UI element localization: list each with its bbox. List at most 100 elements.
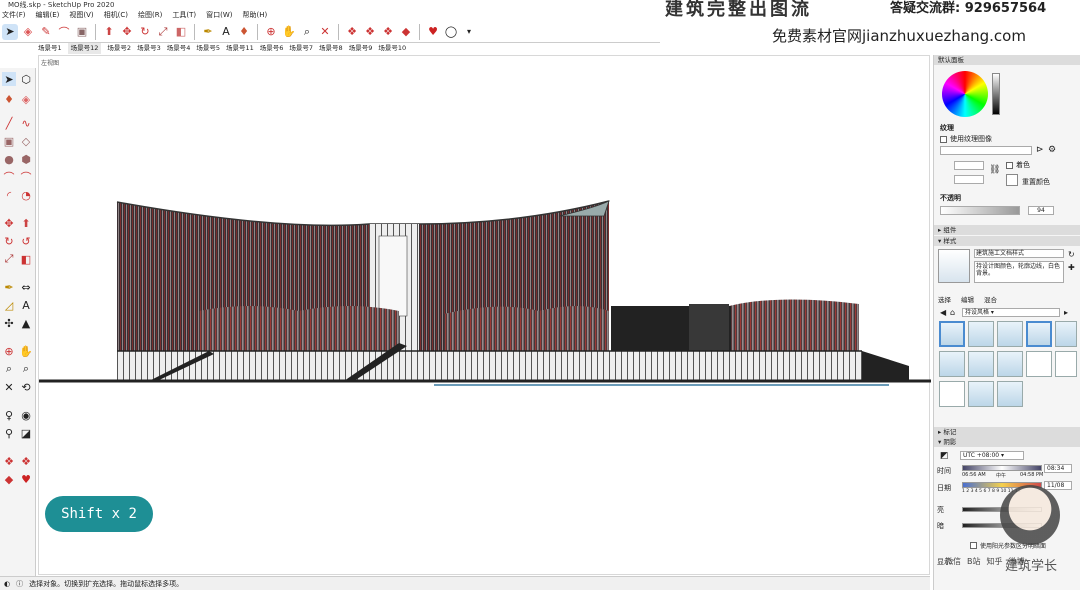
geo-location-icon[interactable]: ◐ (4, 580, 10, 588)
protractor-icon[interactable]: ◿ (2, 298, 16, 312)
scene-tab[interactable]: 场景号9 (349, 43, 373, 54)
warehouse-icon[interactable]: ❖ (344, 24, 360, 40)
style-thumbnail[interactable] (1026, 351, 1052, 377)
orbit-icon[interactable]: ⊕ (2, 344, 16, 358)
texture-edit-icon[interactable]: ⚙ (1048, 145, 1056, 155)
time-slider[interactable] (962, 465, 1042, 471)
move-icon[interactable]: ✥ (119, 24, 135, 40)
circle-icon[interactable]: ● (2, 152, 16, 166)
ruby-icon[interactable]: ♥ (425, 24, 441, 40)
texture-width-input[interactable] (954, 161, 984, 170)
details-icon[interactable]: ▸ (1064, 308, 1068, 317)
pan-icon[interactable]: ✋ (281, 24, 297, 40)
warehouse-icon[interactable]: ❖ (2, 454, 16, 468)
zoom-window-icon[interactable]: ⌕ (19, 362, 33, 376)
previous-view-icon[interactable]: ⟲ (19, 380, 33, 394)
scene-tab[interactable]: 场景号5 (196, 43, 220, 54)
zoom-extents-icon[interactable]: ✕ (317, 24, 333, 40)
time-value-input[interactable]: 08:34 (1044, 464, 1072, 473)
freehand-icon[interactable]: ∿ (19, 116, 33, 130)
menu-help[interactable]: 帮助(H) (242, 10, 267, 20)
style-thumbnail[interactable] (1026, 321, 1052, 347)
dimension-icon[interactable]: ⇔ (19, 280, 33, 294)
pie-icon[interactable]: ◔ (19, 188, 33, 202)
text-icon[interactable]: A (218, 24, 234, 40)
rotate-icon[interactable]: ↻ (137, 24, 153, 40)
two-point-arc-icon[interactable]: ⌒ (19, 170, 33, 184)
menu-window[interactable]: 窗口(W) (206, 10, 232, 20)
home-icon[interactable]: ⌂ (950, 308, 955, 317)
menu-draw[interactable]: 绘图(R) (138, 10, 162, 20)
send-to-layout-icon[interactable]: ◆ (398, 24, 414, 40)
eraser-icon[interactable]: ◈ (20, 24, 36, 40)
scene-tab[interactable]: 场景号10 (378, 43, 406, 54)
reset-color-swatch[interactable] (1006, 174, 1018, 186)
pushpull-icon[interactable]: ⬆ (19, 216, 33, 230)
arc-icon[interactable]: ⌒ (56, 24, 72, 40)
extension-warehouse-icon[interactable]: ❖ (362, 24, 378, 40)
shadow-toggle-icon[interactable]: ◩ (940, 451, 949, 461)
account-icon[interactable]: ◯ (443, 24, 459, 40)
tags-header[interactable]: ▸ 标记 (934, 427, 1080, 437)
followme-icon[interactable]: ↺ (19, 234, 33, 248)
rectangle-icon[interactable]: ▣ (2, 134, 16, 148)
select-icon[interactable]: ➤ (2, 72, 16, 86)
look-around-icon[interactable]: ◉ (19, 408, 33, 422)
opacity-value-input[interactable]: 94 (1028, 206, 1054, 215)
back-icon[interactable]: ◀ (940, 308, 946, 317)
scene-tab[interactable]: 场景号7 (289, 43, 313, 54)
section-plane-icon[interactable]: ◪ (19, 426, 33, 440)
paint-bucket-icon[interactable]: ♦ (236, 24, 252, 40)
colorize-checkbox[interactable] (1006, 162, 1013, 169)
scene-tab[interactable]: 场景号11 (226, 43, 254, 54)
polygon-icon[interactable]: ⬢ (19, 152, 33, 166)
component-icon[interactable]: ⬡ (19, 72, 33, 86)
scale-icon[interactable]: ⤢ (155, 24, 171, 40)
create-style-icon[interactable]: ✚ (1068, 263, 1075, 272)
texture-height-input[interactable] (954, 175, 984, 184)
walk-icon[interactable]: ⚲ (2, 426, 16, 440)
scale-icon[interactable]: ⤢ (2, 252, 16, 266)
shape-icon[interactable]: ▣ (74, 24, 90, 40)
scene-tab[interactable]: 场景号3 (137, 43, 161, 54)
style-thumbnail[interactable] (997, 381, 1023, 407)
style-thumbnail[interactable] (939, 351, 965, 377)
pan-icon[interactable]: ✋ (19, 344, 33, 358)
rotate-icon[interactable]: ↻ (2, 234, 16, 248)
send-to-layout-icon[interactable]: ◆ (2, 472, 16, 486)
menu-camera[interactable]: 相机(C) (104, 10, 128, 20)
browse-icon[interactable]: ⊳ (1036, 145, 1044, 155)
opacity-slider[interactable] (940, 206, 1020, 215)
scene-tab[interactable]: 场景号2 (107, 43, 131, 54)
update-style-icon[interactable]: ↻ (1068, 250, 1075, 259)
tab-mix[interactable]: 混合 (984, 295, 997, 305)
lock-ratio-icon[interactable]: ⛓ (989, 165, 1000, 175)
zoom-icon[interactable]: ⌕ (2, 362, 16, 376)
style-collection-dropdown[interactable]: 持设风格 ▾ (962, 308, 1060, 317)
text-icon[interactable]: A (19, 298, 33, 312)
shadows-header[interactable]: ▾ 阴影 (934, 437, 1080, 447)
paint-icon[interactable]: ♦ (2, 92, 16, 106)
pushpull-icon[interactable]: ⬆ (101, 24, 117, 40)
info-icon[interactable]: ⓘ (16, 579, 23, 589)
brightness-slider[interactable] (992, 73, 1000, 115)
tab-edit[interactable]: 编辑 (961, 295, 974, 305)
components-header[interactable]: ▸ 组件 (934, 225, 1080, 235)
style-thumbnail[interactable] (968, 351, 994, 377)
model-viewport[interactable]: 左视图 (38, 55, 931, 575)
axes-icon[interactable]: ✣ (2, 316, 16, 330)
date-value-input[interactable]: 11/08 (1044, 481, 1072, 490)
use-texture-checkbox[interactable] (940, 135, 947, 143)
texture-path-input[interactable] (940, 146, 1032, 155)
tab-select[interactable]: 选择 (938, 295, 951, 305)
extension-warehouse-icon[interactable]: ❖ (19, 454, 33, 468)
rotated-rectangle-icon[interactable]: ◇ (19, 134, 33, 148)
position-camera-icon[interactable]: ♀ (2, 408, 16, 422)
three-point-arc-icon[interactable]: ◜ (2, 188, 16, 202)
style-thumbnail[interactable] (968, 321, 994, 347)
scene-tab[interactable]: 场景号8 (319, 43, 343, 54)
style-thumbnail[interactable] (939, 381, 965, 407)
style-thumbnail[interactable] (1055, 351, 1077, 377)
tape-measure-icon[interactable]: ✒ (2, 280, 16, 294)
scene-tab[interactable]: 场景号6 (260, 43, 284, 54)
